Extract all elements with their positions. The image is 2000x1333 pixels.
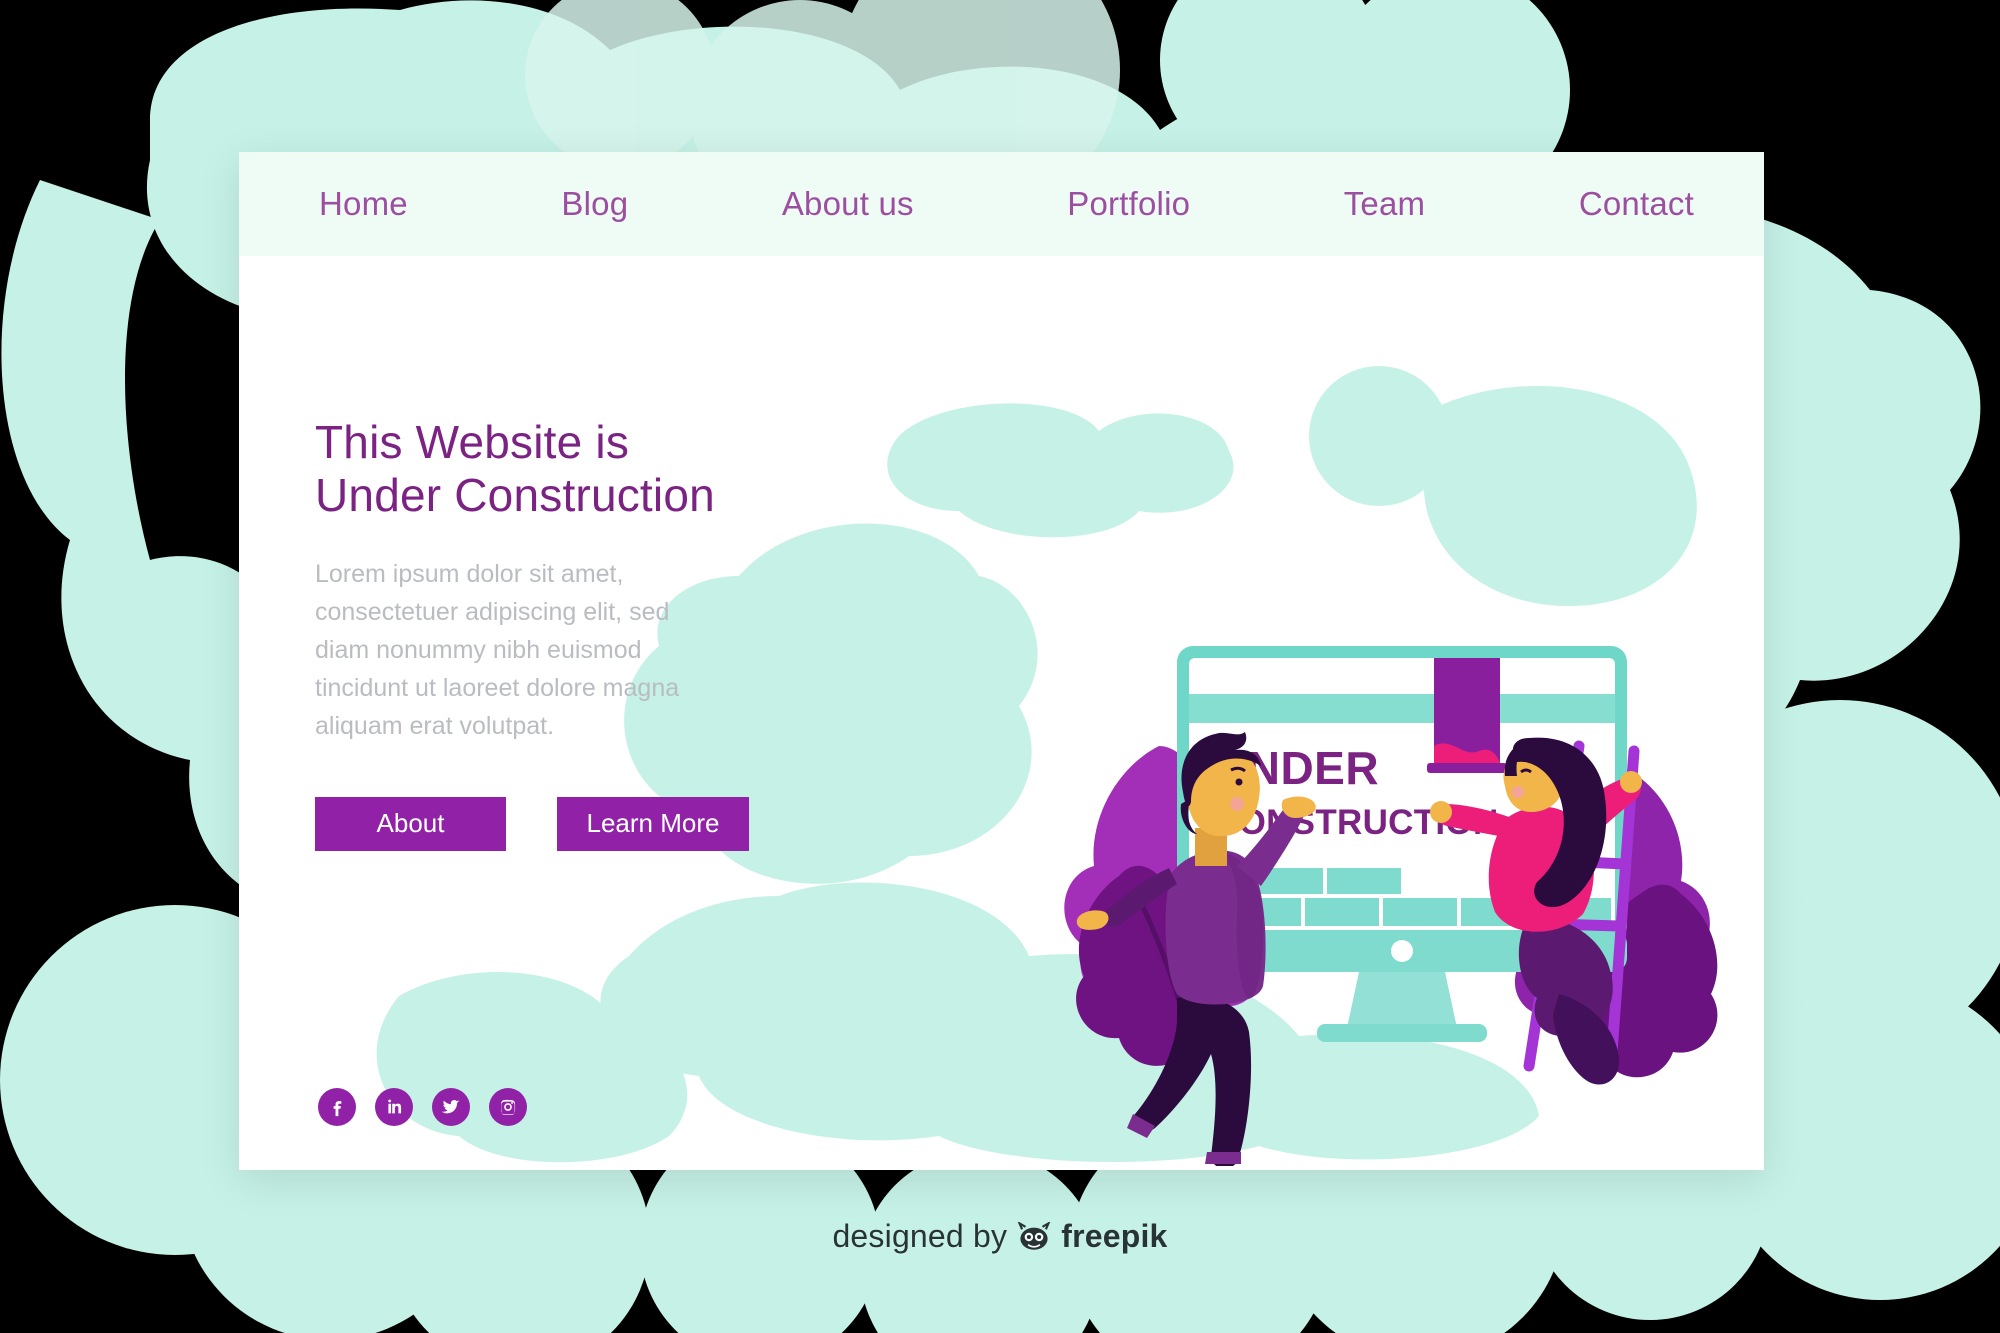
website-mockup-card: Home Blog About us Portfolio Team Contac… (239, 152, 1764, 1170)
facebook-icon[interactable] (318, 1088, 356, 1126)
top-navigation-bar: Home Blog About us Portfolio Team Contac… (239, 152, 1764, 256)
watermark-brand: freepik (1061, 1218, 1168, 1254)
about-button[interactable]: About (315, 796, 506, 851)
monitor-power-dot (1391, 940, 1413, 962)
under-construction-illustration: UNDER CONSTRUCTION (1064, 646, 1718, 1166)
social-links (318, 1088, 527, 1126)
nav-item-about-us[interactable]: About us (782, 185, 914, 223)
nav-item-list: Home Blog About us Portfolio Team Contac… (239, 185, 1764, 223)
linkedin-icon[interactable] (375, 1088, 413, 1126)
nav-item-blog[interactable]: Blog (561, 185, 628, 223)
twitter-icon[interactable] (432, 1088, 470, 1126)
page-title: This Website is Under Construction (315, 416, 715, 522)
page-body: This Website is Under Construction Lorem… (239, 256, 1764, 1170)
hero-description: Lorem ipsum dolor sit amet, consectetuer… (315, 559, 680, 740)
watermark-prefix: designed by (832, 1218, 1008, 1254)
freepik-logo-icon (1018, 1221, 1051, 1250)
hero-text-column: This Website is Under Construction Lorem… (315, 416, 795, 851)
nav-item-contact[interactable]: Contact (1579, 185, 1694, 223)
hero-button-row: About Learn More (315, 796, 795, 851)
freepik-watermark: designed by freepik (0, 1218, 2000, 1255)
instagram-icon[interactable] (489, 1088, 527, 1126)
screenshot-canvas: Home Blog About us Portfolio Team Contac… (0, 0, 2000, 1333)
nav-item-portfolio[interactable]: Portfolio (1067, 185, 1190, 223)
learn-more-button[interactable]: Learn More (557, 796, 749, 851)
nav-item-team[interactable]: Team (1344, 185, 1426, 223)
nav-item-home[interactable]: Home (319, 185, 408, 223)
